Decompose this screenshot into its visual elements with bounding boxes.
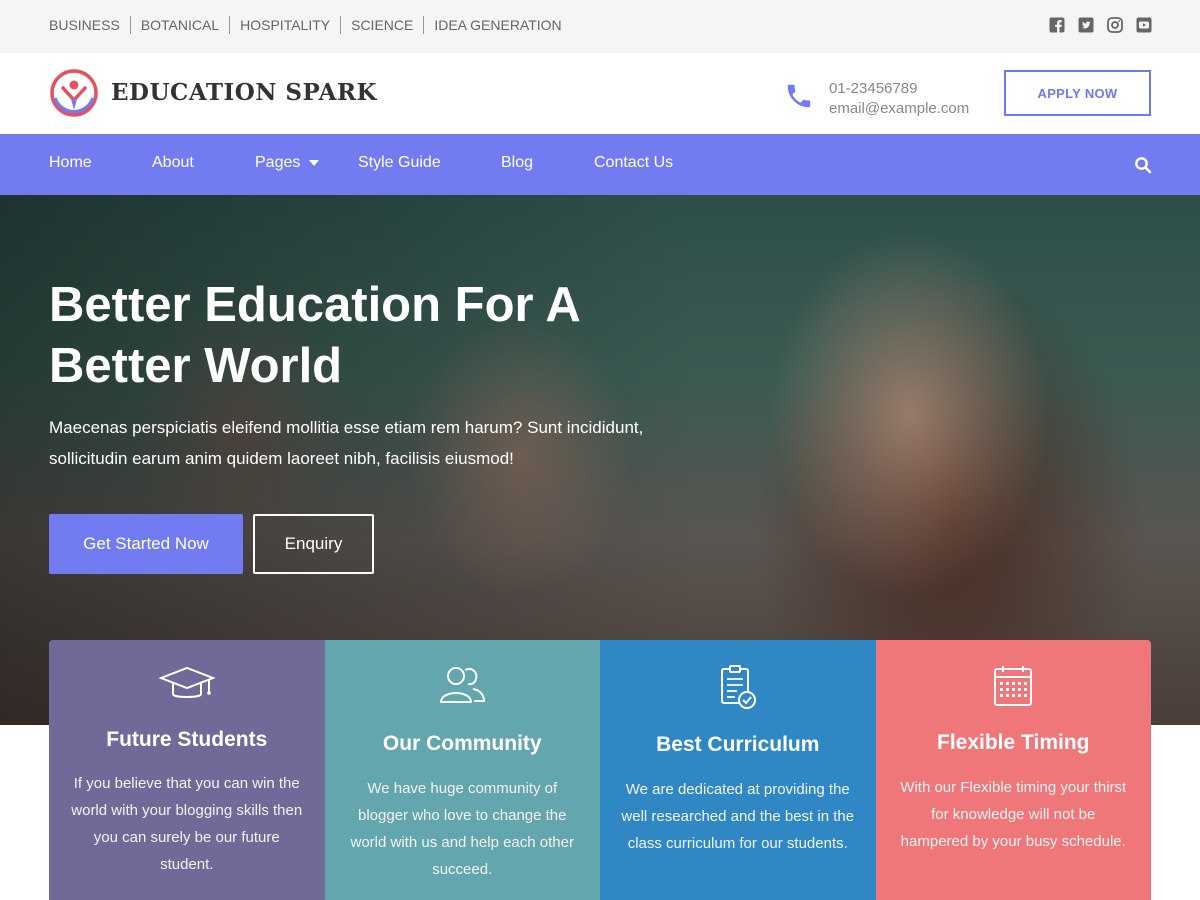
community-icon xyxy=(325,662,601,714)
divider xyxy=(340,16,342,34)
nav-label: Blog xyxy=(501,154,534,171)
nav-item-contact-us[interactable]: Contact Us xyxy=(594,154,673,172)
hero-title: Better Education For A Better World xyxy=(49,278,579,393)
nav-label: Pages xyxy=(255,154,301,171)
get-started-button[interactable]: Get Started Now xyxy=(49,514,243,574)
feature-cards: Future Students If you believe that you … xyxy=(49,640,1151,900)
top-link-hospitality[interactable]: HOSPITALITY xyxy=(240,17,330,33)
feature-card-future-students: Future Students If you believe that you … xyxy=(49,640,325,900)
facebook-icon[interactable] xyxy=(1049,17,1065,33)
logo-icon[interactable] xyxy=(49,68,99,118)
email-address[interactable]: email@example.com xyxy=(829,99,969,119)
nav-label: About xyxy=(152,154,194,171)
feature-title: Future Students xyxy=(106,728,268,751)
feature-text: With our Flexible timing your thirst for… xyxy=(900,779,1127,850)
graduation-cap-icon xyxy=(49,662,325,714)
hero-description: Maecenas perspiciatis eleifend mollitia … xyxy=(49,418,644,468)
top-link-botanical[interactable]: BOTANICAL xyxy=(141,17,219,33)
nav-label: Contact Us xyxy=(594,154,674,171)
feature-card-best-curriculum: Best Curriculum We are dedicated at prov… xyxy=(600,640,876,900)
nav-item-pages[interactable]: Pages xyxy=(255,154,320,172)
twitter-icon[interactable] xyxy=(1078,17,1094,33)
feature-text: If you believe that you can win the worl… xyxy=(71,775,303,873)
nav-item-home[interactable]: Home xyxy=(49,154,92,172)
search-icon[interactable] xyxy=(1134,156,1152,174)
apply-now-button[interactable]: APPLY NOW xyxy=(1004,70,1151,116)
phone-number[interactable]: 01-23456789 xyxy=(829,79,969,99)
top-link-science[interactable]: SCIENCE xyxy=(351,17,413,33)
top-bar: BUSINESS BOTANICAL HOSPITALITY SCIENCE I… xyxy=(0,0,1200,53)
feature-title: Flexible Timing xyxy=(937,731,1090,754)
phone-icon xyxy=(784,81,814,111)
curriculum-icon xyxy=(600,662,876,714)
divider xyxy=(423,16,425,34)
nav-item-blog[interactable]: Blog xyxy=(501,154,533,172)
divider xyxy=(129,16,131,34)
nav-label: Home xyxy=(49,154,92,171)
top-link-idea-generation[interactable]: IDEA GENERATION xyxy=(434,17,561,33)
main-nav: Home About Pages Style Guide Blog Contac… xyxy=(0,134,1200,195)
youtube-icon[interactable] xyxy=(1136,17,1152,33)
calendar-icon xyxy=(876,662,1152,714)
feature-title: Best Curriculum xyxy=(656,733,820,756)
site-header: EDUCATION SPARK 01-23456789 email@exampl… xyxy=(0,53,1200,134)
instagram-icon[interactable] xyxy=(1107,17,1123,33)
feature-text: We have huge community of blogger who lo… xyxy=(350,780,574,878)
feature-card-our-community: Our Community We have huge community of … xyxy=(324,640,601,900)
nav-item-about[interactable]: About xyxy=(152,154,194,172)
nav-item-style-guide[interactable]: Style Guide xyxy=(358,154,441,172)
top-link-business[interactable]: BUSINESS xyxy=(49,17,120,33)
feature-title: Our Community xyxy=(382,732,542,755)
caret-down-icon xyxy=(309,160,320,166)
feature-text: We are dedicated at providing the well r… xyxy=(621,781,855,852)
divider xyxy=(229,16,231,34)
site-title[interactable]: EDUCATION SPARK xyxy=(111,79,377,106)
nav-label: Style Guide xyxy=(358,154,441,171)
top-category-nav: BUSINESS BOTANICAL HOSPITALITY SCIENCE I… xyxy=(49,16,562,34)
contact-info: 01-23456789 email@example.com xyxy=(829,79,969,119)
social-links xyxy=(1049,17,1152,33)
feature-card-flexible-timing: Flexible Timing With our Flexible timing… xyxy=(875,640,1152,900)
enquiry-button[interactable]: Enquiry xyxy=(253,514,374,574)
